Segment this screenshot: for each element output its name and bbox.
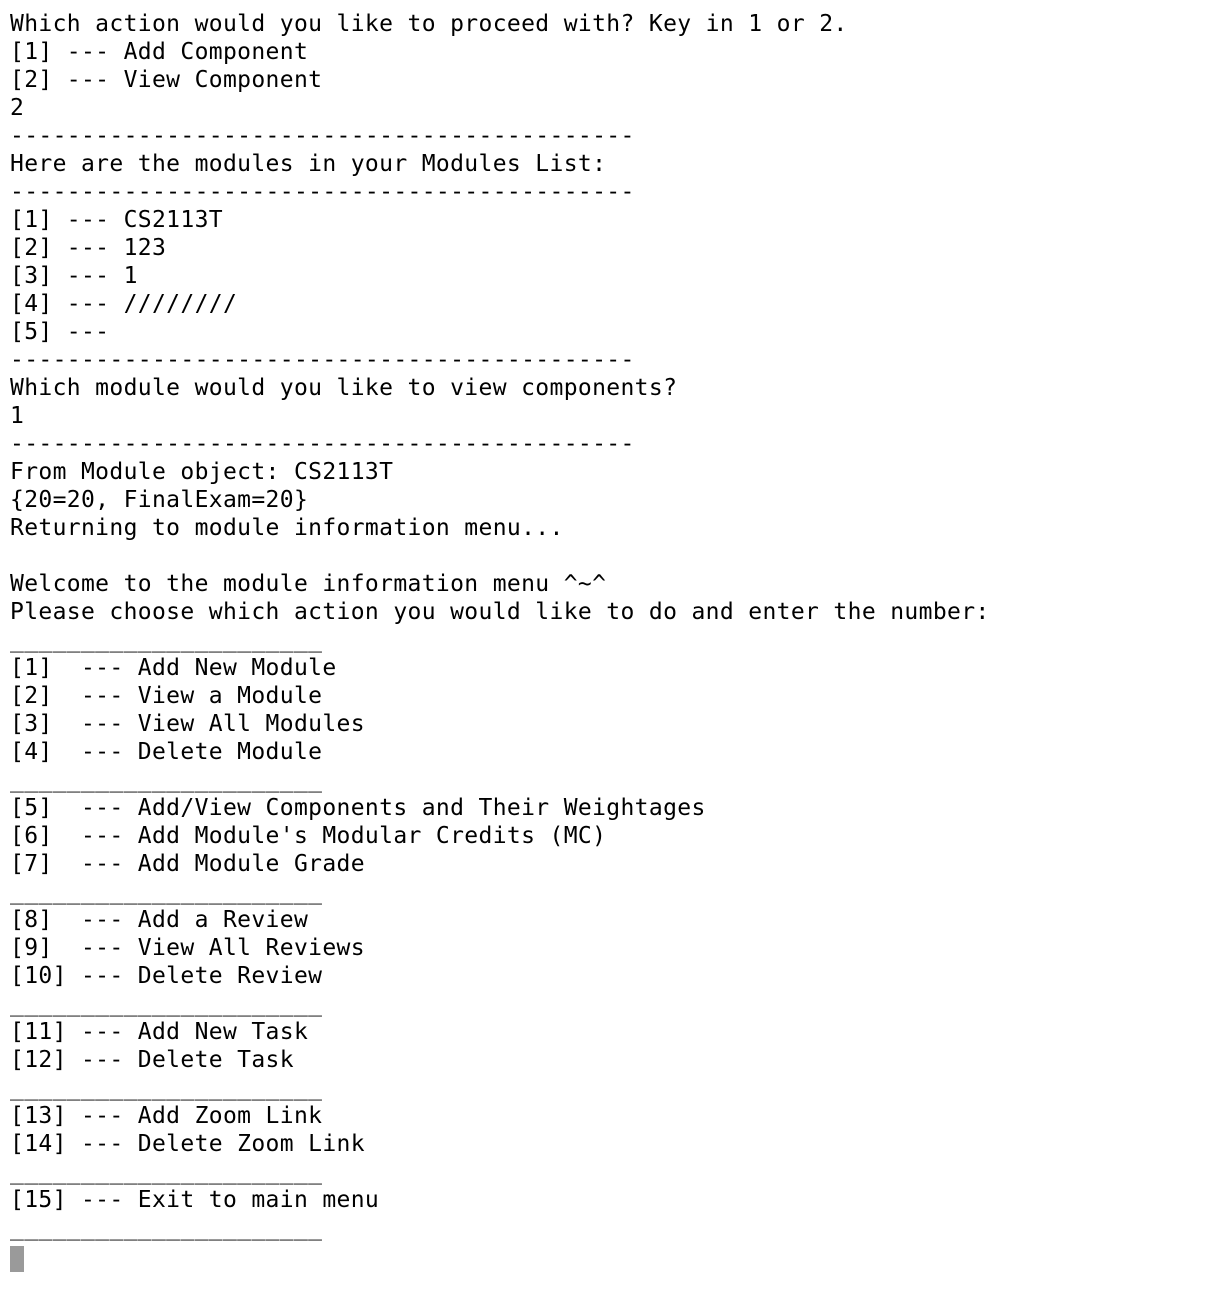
module-list-item: [1] --- CS2113T	[10, 207, 223, 233]
menu-divider: ______________________	[10, 1075, 323, 1101]
menu-divider: ______________________	[10, 627, 323, 653]
components-map-line: {20=20, FinalExam=20}	[10, 487, 309, 513]
menu-divider: ______________________	[10, 879, 323, 905]
menu-item: [11] --- Add New Task	[10, 1019, 309, 1045]
modules-list-heading: Here are the modules in your Modules Lis…	[10, 151, 607, 177]
menu-item: [13] --- Add Zoom Link	[10, 1103, 323, 1129]
option-view-component: [2] --- View Component	[10, 67, 323, 93]
menu-divider: ______________________	[10, 767, 323, 793]
menu-divider: ______________________	[10, 991, 323, 1017]
menu-item: [12] --- Delete Task	[10, 1047, 294, 1073]
separator-line: ----------------------------------------…	[10, 123, 635, 149]
separator-line: ----------------------------------------…	[10, 179, 635, 205]
option-add-component: [1] --- Add Component	[10, 39, 309, 65]
choose-action-prompt: Please choose which action you would lik…	[10, 599, 990, 625]
module-list-item: [4] --- ////////	[10, 291, 238, 317]
menu-item: [8] --- Add a Review	[10, 907, 309, 933]
menu-item: [1] --- Add New Module	[10, 655, 337, 681]
module-list-item: [2] --- 123	[10, 235, 167, 261]
prompt-module-choice: Which module would you like to view comp…	[10, 375, 678, 401]
menu-item: [7] --- Add Module Grade	[10, 851, 365, 877]
menu-item: [2] --- View a Module	[10, 683, 323, 709]
terminal-output: Which action would you like to proceed w…	[10, 10, 1200, 1272]
menu-item: [14] --- Delete Zoom Link	[10, 1131, 365, 1157]
menu-item: [6] --- Add Module's Modular Credits (MC…	[10, 823, 607, 849]
menu-item: [4] --- Delete Module	[10, 739, 323, 765]
returning-message: Returning to module information menu...	[10, 515, 564, 541]
prompt-action-choice: Which action would you like to proceed w…	[10, 11, 848, 37]
module-object-line: From Module object: CS2113T	[10, 459, 394, 485]
separator-line: ----------------------------------------…	[10, 347, 635, 373]
user-input-module: 1	[10, 403, 25, 429]
menu-item: [10] --- Delete Review	[10, 963, 323, 989]
user-input-action: 2	[10, 95, 25, 121]
menu-item: [3] --- View All Modules	[10, 711, 365, 737]
menu-item: [15] --- Exit to main menu	[10, 1187, 380, 1213]
menu-divider: ______________________	[10, 1215, 323, 1241]
menu-item: [9] --- View All Reviews	[10, 935, 365, 961]
welcome-message: Welcome to the module information menu ^…	[10, 571, 607, 597]
menu-divider: ______________________	[10, 1159, 323, 1185]
module-list-item: [5] ---	[10, 319, 110, 345]
module-list-item: [3] --- 1	[10, 263, 138, 289]
input-prompt-line[interactable]	[10, 1242, 1200, 1272]
separator-line: ----------------------------------------…	[10, 431, 635, 457]
menu-item: [5] --- Add/View Components and Their We…	[10, 795, 706, 821]
text-cursor[interactable]	[10, 1246, 24, 1272]
